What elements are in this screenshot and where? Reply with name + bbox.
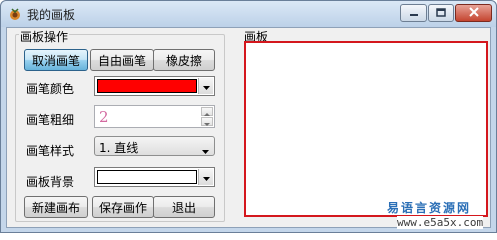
chevron-down-icon [202,79,210,93]
pen-style-value: 1. 直线 [99,141,139,155]
eraser-button[interactable]: 橡皮擦 [153,49,215,71]
background-color-swatch [97,170,197,184]
spin-down-button[interactable] [201,117,213,126]
title-bar[interactable]: 我的画板 [1,1,496,27]
spin-buttons [201,107,213,126]
cancel-pen-button[interactable]: 取消画笔 [24,49,88,71]
pen-color-picker[interactable] [94,76,215,96]
minimize-button[interactable] [400,4,427,22]
pen-color-swatch [97,79,197,93]
close-icon [468,6,480,20]
background-color-dropdown[interactable] [198,169,213,185]
pen-color-label: 画笔颜色 [26,82,75,96]
pen-width-value[interactable]: 2 [99,108,109,126]
drawing-canvas[interactable] [244,41,488,217]
chevron-down-icon [204,115,210,129]
save-painting-button[interactable]: 保存画作 [92,196,154,218]
chevron-down-icon [202,170,210,184]
watermark-url: www.e5a5x.com [397,216,484,229]
app-icon [10,8,20,20]
maximize-icon [436,6,446,20]
main-window: 我的画板 画板操作 取消画笔 自由画笔 橡皮擦 画笔颜色 画笔粗细 2 画笔样式… [0,0,497,233]
background-color-picker[interactable] [94,167,215,187]
pen-style-label: 画笔样式 [26,144,75,158]
pen-width-spinner[interactable]: 2 [94,105,215,128]
pen-color-dropdown[interactable] [198,78,213,94]
maximize-button[interactable] [428,4,454,22]
pen-style-select[interactable]: 1. 直线 [94,136,215,156]
watermark-site-name: 易语言资源网 [387,201,472,215]
free-pen-button[interactable]: 自由画笔 [90,49,154,71]
minimize-icon [409,6,419,20]
pen-width-label: 画笔粗细 [26,113,75,127]
chevron-down-icon [202,143,209,157]
close-button[interactable] [455,4,492,22]
ops-group-label: 画板操作 [19,28,70,45]
new-canvas-button[interactable]: 新建画布 [24,196,88,218]
background-label: 画板背景 [26,175,75,189]
window-title: 我的画板 [27,8,76,22]
client-area: 画板操作 取消画笔 自由画笔 橡皮擦 画笔颜色 画笔粗细 2 画笔样式 1. 直… [6,27,491,228]
exit-button[interactable]: 退出 [153,196,215,218]
